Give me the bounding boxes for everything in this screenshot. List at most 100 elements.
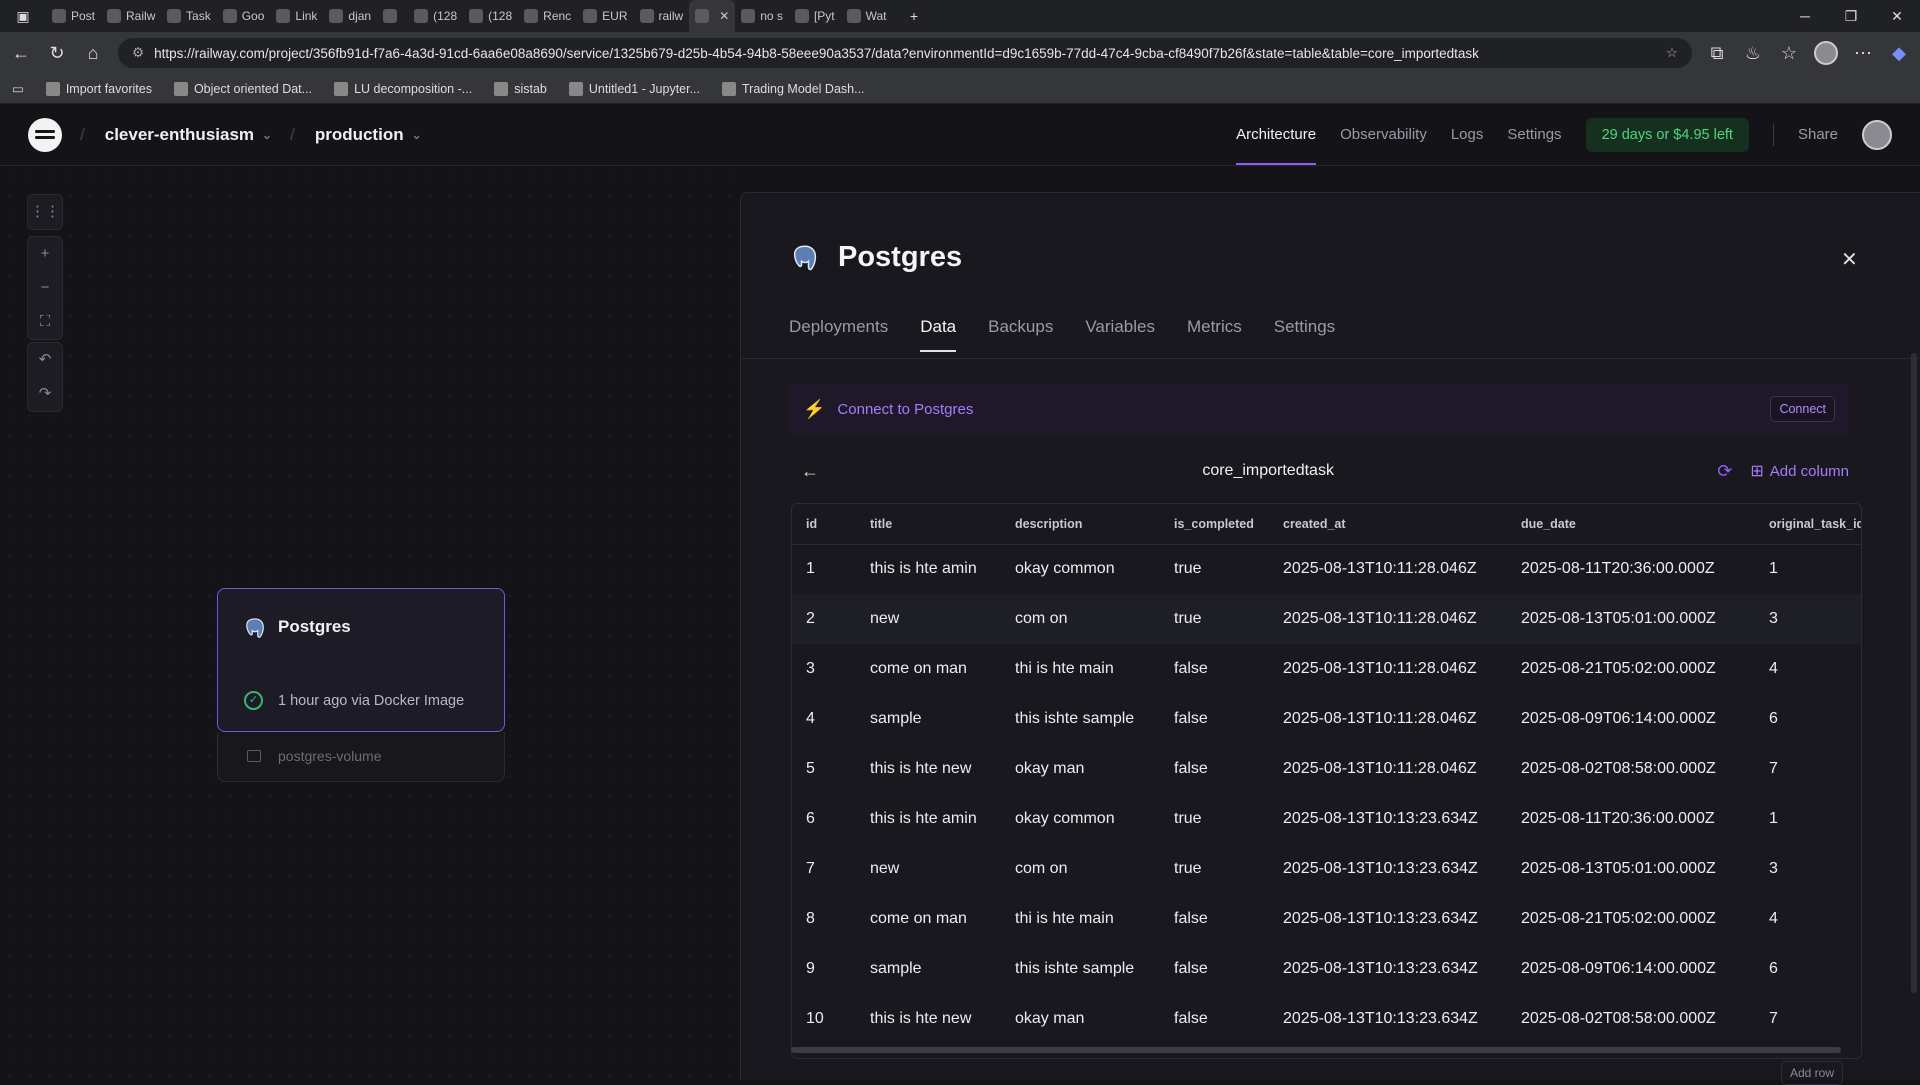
table-cell[interactable]: 1 — [1755, 794, 1861, 844]
back-icon[interactable]: ← — [10, 43, 32, 64]
table-cell[interactable]: false — [1160, 744, 1269, 794]
table-cell[interactable]: this is hte amin — [856, 794, 1001, 844]
table-cell[interactable]: 10 — [792, 994, 856, 1044]
table-row[interactable]: 9 sample this ishte sample false 2025-08-13T… — [792, 944, 1861, 994]
table-cell[interactable]: 1 — [792, 544, 856, 594]
tab-metrics[interactable]: Metrics — [1187, 317, 1242, 337]
bookmark-item[interactable]: Untitled1 - Jupyter... — [568, 81, 700, 96]
table-cell[interactable]: 2025-08-13T05:01:00.000Z — [1507, 844, 1755, 894]
column-header[interactable]: original_task_id — [1755, 504, 1861, 545]
fit-view-icon[interactable]: ⛶ — [28, 305, 62, 339]
table-cell[interactable]: come on man — [856, 644, 1001, 694]
table-cell[interactable]: come on man — [856, 894, 1001, 944]
table-cell[interactable]: 2025-08-09T06:14:00.000Z — [1507, 694, 1755, 744]
restore-icon[interactable]: ❐ — [1828, 8, 1874, 25]
browser-tab[interactable]: ✕ — [689, 0, 736, 32]
column-header[interactable]: title — [856, 504, 1001, 545]
redo-icon[interactable]: ↷ — [28, 377, 62, 411]
browser-tab[interactable]: (128 — [408, 0, 463, 32]
nav-logs[interactable]: Logs — [1451, 126, 1484, 143]
table-cell[interactable]: 6 — [792, 794, 856, 844]
table-cell[interactable]: com on — [1001, 594, 1160, 644]
project-canvas[interactable]: ⋮⋮ + − ⛶ ↶ ↷ Postgres ✓ 1 hour ago via D… — [0, 166, 740, 1080]
bookmark-item[interactable]: sistab — [494, 81, 547, 96]
zoom-in-icon[interactable]: + — [28, 237, 62, 271]
table-cell[interactable]: 2025-08-11T20:36:00.000Z — [1507, 544, 1755, 594]
table-cell[interactable]: this is hte new — [856, 994, 1001, 1044]
table-cell[interactable]: 2025-08-02T08:58:00.000Z — [1507, 744, 1755, 794]
chevron-down-icon[interactable]: ⌄ — [412, 128, 422, 142]
zoom-out-icon[interactable]: − — [28, 271, 62, 305]
table-cell[interactable]: this is hte amin — [856, 544, 1001, 594]
table-cell[interactable]: false — [1160, 894, 1269, 944]
bookmark-item[interactable]: Import favorites — [45, 81, 152, 96]
browser-tab[interactable]: Wat — [841, 0, 891, 32]
table-cell[interactable]: this ishte sample — [1001, 944, 1160, 994]
tab-settings[interactable]: Settings — [1274, 317, 1335, 337]
table-cell[interactable]: sample — [856, 944, 1001, 994]
table-cell[interactable]: thi is hte main — [1001, 644, 1160, 694]
table-cell[interactable]: true — [1160, 794, 1269, 844]
tab-variables[interactable]: Variables — [1085, 317, 1155, 337]
browser-tab[interactable] — [377, 0, 408, 32]
table-cell[interactable]: 2025-08-13T10:13:23.634Z — [1269, 894, 1507, 944]
tab-deployments[interactable]: Deployments — [789, 317, 888, 337]
table-cell[interactable]: this ishte sample — [1001, 694, 1160, 744]
minimize-icon[interactable]: ─ — [1782, 8, 1828, 24]
table-cell[interactable]: thi is hte main — [1001, 894, 1160, 944]
table-cell[interactable]: okay man — [1001, 744, 1160, 794]
table-cell[interactable]: 4 — [1755, 644, 1861, 694]
nav-observability[interactable]: Observability — [1340, 126, 1427, 143]
table-cell[interactable]: 7 — [792, 844, 856, 894]
table-cell[interactable]: false — [1160, 644, 1269, 694]
table-cell[interactable]: 2025-08-13T10:13:23.634Z — [1269, 994, 1507, 1044]
column-header[interactable]: due_date — [1507, 504, 1755, 545]
table-cell[interactable]: 3 — [1755, 844, 1861, 894]
table-row[interactable]: 7 new com on true 2025-08-13T10:13:23.634Z 20… — [792, 844, 1861, 894]
table-cell[interactable]: sample — [856, 694, 1001, 744]
new-tab-button[interactable]: + — [891, 8, 937, 24]
browser-tab[interactable]: Renc — [518, 0, 577, 32]
table-cell[interactable]: 1 — [1755, 544, 1861, 594]
profile-avatar[interactable] — [1814, 41, 1838, 65]
url-input[interactable]: ⚙ https://railway.com/project/356fb91d-f… — [118, 38, 1692, 68]
table-cell[interactable]: true — [1160, 544, 1269, 594]
close-tab-icon[interactable]: ✕ — [719, 9, 729, 23]
browser-tab[interactable]: djan — [323, 0, 377, 32]
connect-label[interactable]: Connect to Postgres — [837, 401, 973, 418]
table-cell[interactable]: com on — [1001, 844, 1160, 894]
table-cell[interactable]: 6 — [1755, 944, 1861, 994]
table-cell[interactable]: 8 — [792, 894, 856, 944]
browser-tab[interactable]: no s — [735, 0, 789, 32]
table-row[interactable]: 10 this is hte new okay man false 2025-08-13… — [792, 994, 1861, 1044]
table-row[interactable]: 2 new com on true 2025-08-13T10:11:28.046Z 20… — [792, 594, 1861, 644]
table-cell[interactable]: new — [856, 844, 1001, 894]
tab-data[interactable]: Data — [920, 317, 956, 352]
close-window-icon[interactable]: ✕ — [1874, 8, 1920, 25]
table-cell[interactable]: 2025-08-02T08:58:00.000Z — [1507, 994, 1755, 1044]
browser-tab[interactable]: EUR — [577, 0, 633, 32]
table-cell[interactable]: this is hte new — [856, 744, 1001, 794]
add-row-button[interactable]: Add row — [1781, 1061, 1844, 1085]
performance-icon[interactable]: ♨ — [1742, 43, 1764, 64]
table-cell[interactable]: 2025-08-09T06:14:00.000Z — [1507, 944, 1755, 994]
table-cell[interactable]: 2025-08-21T05:02:00.000Z — [1507, 644, 1755, 694]
table-cell[interactable]: false — [1160, 994, 1269, 1044]
table-cell[interactable]: false — [1160, 694, 1269, 744]
home-icon[interactable]: ⌂ — [82, 43, 104, 64]
share-button[interactable]: Share — [1798, 126, 1838, 143]
nav-settings[interactable]: Settings — [1507, 126, 1561, 143]
extensions-icon[interactable]: ⧉ — [1706, 43, 1728, 64]
table-cell[interactable]: okay man — [1001, 994, 1160, 1044]
table-row[interactable]: 5 this is hte new okay man false 2025-08-13T… — [792, 744, 1861, 794]
environment-name[interactable]: production — [315, 125, 404, 145]
vertical-scrollbar[interactable] — [1911, 353, 1917, 993]
undo-icon[interactable]: ↶ — [28, 343, 62, 377]
table-cell[interactable]: 7 — [1755, 994, 1861, 1044]
table-cell[interactable]: 6 — [1755, 694, 1861, 744]
table-cell[interactable]: 5 — [792, 744, 856, 794]
table-cell[interactable]: 2025-08-21T05:02:00.000Z — [1507, 894, 1755, 944]
column-header[interactable]: created_at — [1269, 504, 1507, 545]
table-cell[interactable]: new — [856, 594, 1001, 644]
project-name[interactable]: clever-enthusiasm — [105, 125, 254, 145]
